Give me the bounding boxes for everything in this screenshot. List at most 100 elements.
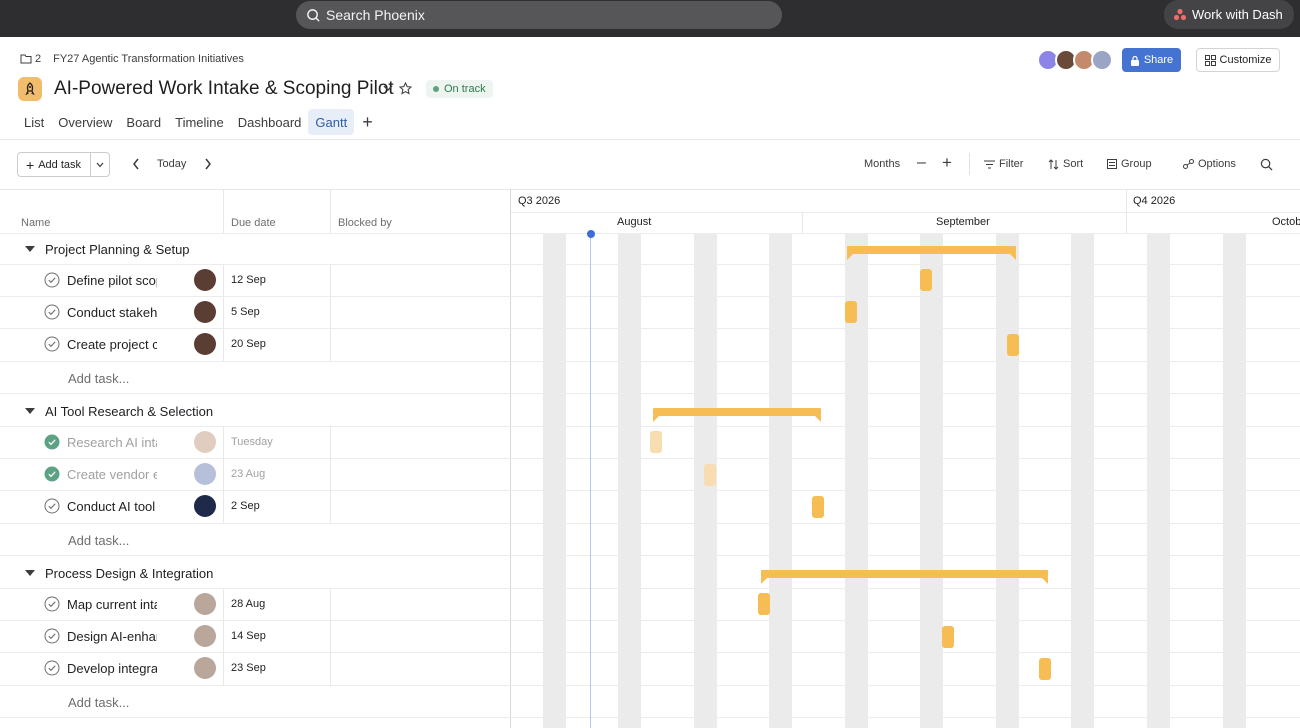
- task-name[interactable]: Conduct stakeholder interviews: [67, 305, 157, 320]
- caret-down-icon[interactable]: [25, 407, 35, 415]
- due-date[interactable]: 28 Aug: [231, 598, 265, 610]
- member-avatars[interactable]: [1037, 49, 1113, 71]
- task-name[interactable]: Conduct AI tool demos: [67, 499, 157, 514]
- star-icon[interactable]: [399, 82, 412, 95]
- task-bar[interactable]: [704, 464, 716, 486]
- check-circle-filled-icon[interactable]: [44, 434, 60, 450]
- section-name[interactable]: Project Planning & Setup: [45, 242, 190, 257]
- avatar[interactable]: [194, 463, 216, 485]
- task-name[interactable]: Create project charter: [67, 337, 157, 352]
- check-circle-icon[interactable]: [44, 660, 60, 676]
- due-date[interactable]: 12 Sep: [231, 274, 266, 286]
- chevron-left-icon[interactable]: [131, 157, 141, 171]
- section-name[interactable]: Process Design & Integration: [45, 566, 213, 581]
- task-row[interactable]: Research AI intake tools Tuesday: [0, 426, 510, 458]
- task-bar[interactable]: [845, 301, 857, 323]
- task-name[interactable]: Develop integration plan: [67, 661, 157, 676]
- chevron-right-icon[interactable]: [203, 157, 213, 171]
- avatar[interactable]: [194, 333, 216, 355]
- tab-list[interactable]: List: [17, 109, 51, 135]
- section-name[interactable]: AI Tool Research & Selection: [45, 404, 213, 419]
- add-task-link[interactable]: Add task...: [68, 695, 129, 710]
- group-button[interactable]: Group: [1107, 158, 1152, 170]
- due-date[interactable]: 2 Sep: [231, 500, 260, 512]
- search-input[interactable]: Search Phoenix: [296, 1, 782, 29]
- task-name[interactable]: Create vendor evaluation: [67, 467, 157, 482]
- project-icon[interactable]: [18, 77, 42, 101]
- section-summary-bar[interactable]: [761, 570, 1048, 584]
- chevron-down-icon[interactable]: [383, 84, 393, 92]
- avatar[interactable]: [194, 431, 216, 453]
- add-task-link[interactable]: Add task...: [68, 371, 129, 386]
- task-bar[interactable]: [650, 431, 662, 453]
- check-circle-filled-icon[interactable]: [44, 466, 60, 482]
- customize-button[interactable]: Customize: [1196, 48, 1280, 72]
- zoom-select[interactable]: Months: [864, 158, 900, 170]
- task-name[interactable]: Map current intake process: [67, 597, 157, 612]
- tab-board[interactable]: Board: [119, 109, 168, 135]
- task-bar[interactable]: [920, 269, 932, 291]
- work-with-dash-button[interactable]: Work with Dash: [1164, 0, 1294, 29]
- task-row[interactable]: Create project charter 20 Sep: [0, 328, 510, 360]
- task-row[interactable]: Design AI-enhanced workflow 14 Sep: [0, 620, 510, 652]
- task-bar[interactable]: [1007, 334, 1019, 356]
- tab-gantt[interactable]: Gantt: [308, 109, 355, 135]
- share-button[interactable]: Share: [1122, 48, 1181, 72]
- task-row[interactable]: Develop integration plan 23 Sep: [0, 652, 510, 684]
- task-row[interactable]: Define pilot scope 12 Sep: [0, 264, 510, 296]
- check-circle-icon[interactable]: [44, 628, 60, 644]
- tab-dashboard[interactable]: Dashboard: [231, 109, 309, 135]
- task-bar[interactable]: [812, 496, 824, 518]
- zoom-in-icon[interactable]: +: [942, 153, 952, 173]
- task-name[interactable]: Design AI-enhanced workflow: [67, 629, 157, 644]
- check-circle-icon[interactable]: [44, 498, 60, 514]
- check-circle-icon[interactable]: [44, 596, 60, 612]
- due-date[interactable]: 23 Aug: [231, 468, 265, 480]
- sort-button[interactable]: Sort: [1048, 158, 1083, 170]
- avatar[interactable]: [194, 269, 216, 291]
- add-task-link[interactable]: Add task...: [68, 533, 129, 548]
- task-bar[interactable]: [758, 593, 770, 615]
- breadcrumb[interactable]: 2 FY27 Agentic Transformation Initiative…: [20, 53, 244, 65]
- task-row[interactable]: Map current intake process 28 Aug: [0, 588, 510, 620]
- caret-down-icon[interactable]: [25, 245, 35, 253]
- status-badge[interactable]: On track: [426, 80, 493, 98]
- options-button[interactable]: Options: [1183, 158, 1236, 170]
- column-header-name[interactable]: Name: [21, 217, 50, 229]
- avatar[interactable]: [194, 301, 216, 323]
- today-button[interactable]: Today: [157, 158, 186, 170]
- filter-button[interactable]: Filter: [984, 158, 1023, 170]
- task-row[interactable]: Create vendor evaluation 23 Aug: [0, 458, 510, 490]
- task-bar[interactable]: [942, 626, 954, 648]
- task-row[interactable]: Conduct stakeholder interviews 5 Sep: [0, 296, 510, 328]
- due-date[interactable]: 23 Sep: [231, 662, 266, 674]
- section-summary-bar[interactable]: [653, 408, 821, 422]
- task-name[interactable]: Research AI intake tools: [67, 435, 157, 450]
- search-icon[interactable]: [1260, 158, 1273, 171]
- add-task-main[interactable]: + Add task: [18, 153, 92, 176]
- due-date[interactable]: 14 Sep: [231, 630, 266, 642]
- task-row[interactable]: Conduct AI tool demos 2 Sep: [0, 490, 510, 522]
- task-bar[interactable]: [1039, 658, 1051, 680]
- check-circle-icon[interactable]: [44, 336, 60, 352]
- avatar[interactable]: [194, 593, 216, 615]
- tab-timeline[interactable]: Timeline: [168, 109, 231, 135]
- project-title[interactable]: AI-Powered Work Intake & Scoping Pilot: [54, 78, 394, 100]
- check-circle-icon[interactable]: [44, 272, 60, 288]
- avatar[interactable]: [194, 657, 216, 679]
- column-header-due[interactable]: Due date: [231, 217, 276, 229]
- tab-overview[interactable]: Overview: [51, 109, 119, 135]
- zoom-out-icon[interactable]: –: [917, 154, 926, 172]
- section-header[interactable]: Project Planning & Setup: [0, 233, 510, 265]
- add-task-button[interactable]: + Add task: [17, 152, 110, 177]
- section-header[interactable]: AI Tool Research & Selection: [0, 395, 510, 427]
- due-date[interactable]: 5 Sep: [231, 306, 260, 318]
- avatar[interactable]: [194, 625, 216, 647]
- task-name[interactable]: Define pilot scope: [67, 273, 157, 288]
- add-task-dropdown[interactable]: [91, 162, 109, 168]
- avatar[interactable]: [194, 495, 216, 517]
- section-summary-bar[interactable]: [847, 246, 1016, 260]
- caret-down-icon[interactable]: [25, 569, 35, 577]
- due-date[interactable]: Tuesday: [231, 436, 273, 448]
- breadcrumb-portfolio[interactable]: FY27 Agentic Transformation Initiatives: [53, 53, 244, 65]
